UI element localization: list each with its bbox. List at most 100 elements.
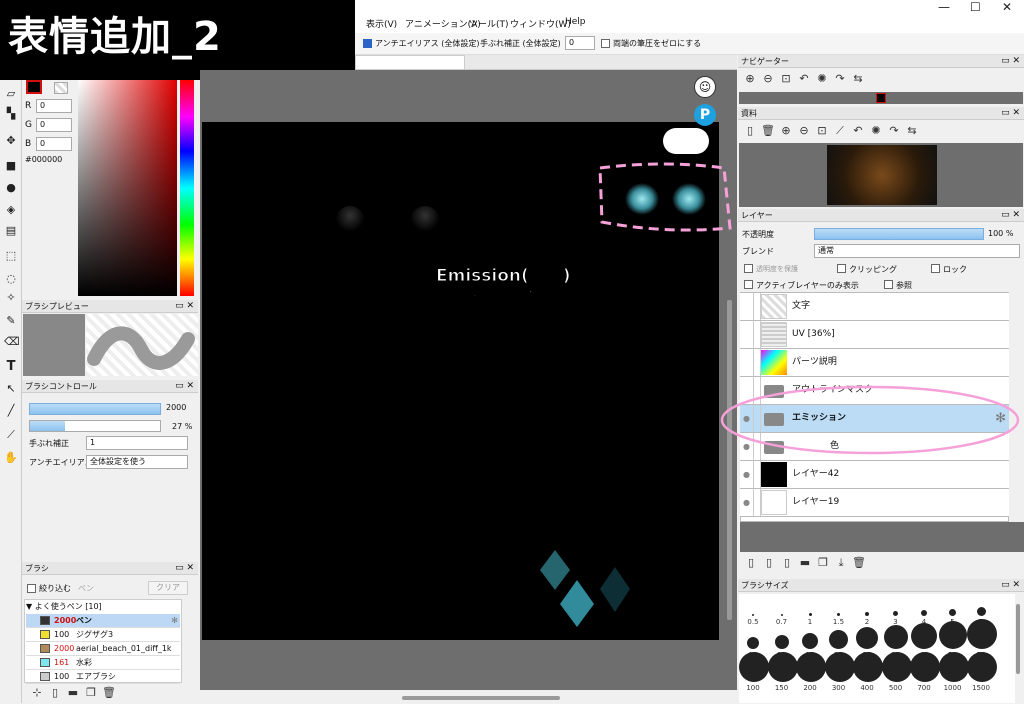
visibility-icon[interactable]: ● — [740, 461, 754, 488]
list-item[interactable]: 100 ジグザグ3 — [26, 628, 180, 642]
merge-down-icon[interactable]: ⤓ — [832, 556, 850, 570]
list-item[interactable]: 161 水彩 — [26, 656, 180, 670]
document-tab[interactable] — [355, 55, 465, 70]
fill-icon[interactable]: ◈ — [4, 204, 18, 216]
panel-controls-icon[interactable]: ▭ ✕ — [175, 380, 194, 393]
fit-icon[interactable]: ⊡ — [777, 72, 795, 85]
new-layer-icon[interactable]: ▯ — [742, 556, 760, 569]
brush-size-scrollbar[interactable] — [1016, 604, 1020, 674]
panel-controls-icon[interactable]: ▭ ✕ — [1001, 579, 1020, 592]
brush-size-cell[interactable]: 200 — [796, 652, 826, 696]
minimize-icon[interactable]: — — [938, 0, 950, 14]
menu-view[interactable]: 表示(V) — [366, 17, 397, 30]
r-input[interactable]: 0 — [36, 99, 72, 113]
b-input[interactable]: 0 — [36, 137, 72, 151]
list-item[interactable]: 100 エアブラシ — [26, 670, 180, 684]
rotate-right-icon[interactable]: ↷ — [831, 72, 849, 85]
new-layer-8bit-icon[interactable]: ▯ — [760, 556, 778, 569]
brush-size-slider[interactable] — [29, 403, 161, 415]
reference-checkbox[interactable] — [884, 280, 893, 289]
layer-row[interactable]: UV [36%] — [740, 321, 1009, 349]
brush-size-cell[interactable]: 400 — [853, 652, 883, 696]
layer-opacity-slider[interactable] — [814, 228, 984, 240]
hue-slider[interactable] — [180, 80, 194, 296]
trash-icon[interactable]: 🗑 — [759, 124, 777, 137]
panel-controls-icon[interactable]: ▭ ✕ — [1001, 55, 1020, 68]
lock-toggle[interactable] — [754, 293, 761, 320]
brush-size-cell[interactable]: 2 — [853, 598, 881, 630]
visibility-icon[interactable] — [740, 321, 754, 348]
list-item[interactable]: 2000 aerial_beach_01_diff_1k — [26, 642, 180, 656]
g-input[interactable]: 0 — [36, 118, 72, 132]
eyedropper-icon[interactable]: ⟋ — [4, 429, 18, 441]
brush-size-cell[interactable]: 500 — [881, 652, 912, 696]
avatar[interactable]: ☺ — [694, 76, 716, 98]
rotate-right-icon[interactable]: ↷ — [885, 124, 903, 137]
protect-alpha-checkbox[interactable] — [744, 264, 753, 273]
visibility-icon[interactable]: ● — [740, 489, 754, 516]
filter-input[interactable]: ペン — [78, 583, 94, 594]
pressure-checkbox[interactable] — [601, 39, 610, 48]
duplicate-icon[interactable]: ❐ — [82, 686, 100, 699]
antialias-checkbox[interactable] — [363, 39, 372, 48]
brush-size-cell[interactable]: 1.5 — [825, 598, 853, 630]
dot-pen-icon[interactable]: ▚ — [4, 108, 18, 120]
eraser-icon[interactable]: ▱ — [4, 88, 18, 100]
zoom-in-icon[interactable]: ⊕ — [777, 124, 795, 137]
panel-controls-icon[interactable]: ▭ ✕ — [1001, 209, 1020, 222]
duplicate-layer-icon[interactable]: ❐ — [814, 556, 832, 569]
brush-size-cell[interactable]: 1 — [796, 598, 824, 630]
primary-color-swatch[interactable] — [26, 80, 42, 94]
open-file-icon[interactable]: ▯ — [741, 124, 759, 137]
menu-tool[interactable]: ツール(T) — [469, 17, 509, 30]
lock-toggle[interactable] — [754, 321, 761, 348]
brush-size-cell[interactable]: 1500 — [967, 652, 997, 696]
hand-icon[interactable]: ✋ — [4, 452, 18, 464]
flip-icon[interactable]: ⇆ — [903, 124, 921, 137]
new-file-icon[interactable]: ▯ — [46, 686, 64, 699]
close-icon[interactable]: ✕ — [1002, 0, 1012, 14]
menu-window[interactable]: ウィンドウ(W) — [510, 17, 571, 30]
zoom-out-icon[interactable]: ⊖ — [759, 72, 777, 85]
brush-antialias-select[interactable]: 全体設定を使う — [86, 455, 188, 469]
vertical-scrollbar[interactable] — [727, 300, 732, 620]
brush-opacity-slider[interactable] — [29, 420, 161, 432]
gradient-icon[interactable]: ▤ — [4, 225, 18, 237]
navigator-preview[interactable] — [739, 92, 1023, 104]
ellipse-shape-icon[interactable]: ● — [4, 182, 18, 194]
stabilizer-select[interactable]: 0 — [565, 36, 595, 50]
saturation-value-picker[interactable] — [78, 80, 177, 296]
transparent-color-swatch[interactable] — [54, 82, 68, 94]
brush-size-cell[interactable]: 700 — [910, 652, 940, 696]
rect-shape-icon[interactable]: ■ — [4, 160, 18, 172]
brush-group-header[interactable]: ▼ よく使うペン [10] — [26, 600, 180, 613]
layer-row[interactable]: 文字 — [740, 293, 1009, 321]
rotate-reset-icon[interactable]: ✺ — [813, 72, 831, 85]
new-folder-icon[interactable]: ▬ — [796, 556, 814, 569]
lock-toggle[interactable] — [754, 489, 761, 516]
menu-help[interactable]: Help — [565, 17, 586, 27]
flip-icon[interactable]: ⇆ — [849, 72, 867, 85]
navigator-viewport[interactable] — [876, 93, 886, 103]
clipping-checkbox[interactable] — [837, 264, 846, 273]
trash-icon[interactable]: 🗑 — [850, 556, 868, 569]
list-item[interactable]: 2000 ペン ✻ — [26, 614, 180, 628]
add-brush-icon[interactable]: ⊹ — [28, 686, 46, 699]
blend-select[interactable]: 通常 — [814, 244, 1020, 258]
reference-image-area[interactable] — [739, 143, 1023, 207]
zoom-in-icon[interactable]: ⊕ — [741, 72, 759, 85]
zoom-out-icon[interactable]: ⊖ — [795, 124, 813, 137]
eyedropper-icon[interactable]: ⟋ — [831, 124, 849, 138]
lasso-icon[interactable]: ◌ — [4, 273, 18, 285]
layer-row[interactable]: ● レイヤー42 — [740, 461, 1009, 489]
visibility-icon[interactable] — [740, 349, 754, 376]
lock-toggle[interactable] — [754, 461, 761, 488]
pixiv-badge-icon[interactable]: P — [694, 104, 716, 126]
filter-checkbox[interactable] — [27, 584, 36, 593]
select-pen-icon[interactable]: ✎ — [4, 315, 18, 327]
panel-controls-icon[interactable]: ▭ ✕ — [175, 562, 194, 575]
brush-stabilizer-select[interactable]: 1 — [86, 436, 188, 450]
new-layer-1bit-icon[interactable]: ▯ — [778, 556, 796, 569]
rotate-left-icon[interactable]: ↶ — [795, 72, 813, 85]
horizontal-scrollbar[interactable] — [402, 696, 560, 700]
